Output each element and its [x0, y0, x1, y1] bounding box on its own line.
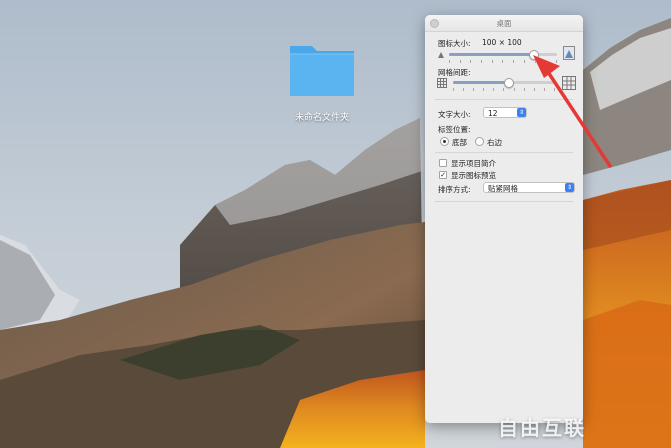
title-bar: 桌面: [425, 15, 583, 32]
divider: [435, 201, 573, 202]
show-item-info-label: 显示项目简介: [451, 159, 496, 168]
grid-spacing-ticks: [453, 88, 555, 91]
folder-label: 未命名文件夹: [294, 113, 349, 123]
view-options-panel: 桌面 图标大小: 100 × 100 网格间距: 文字大小: 12 ⇕ 标签位置…: [425, 15, 583, 423]
icon-size-label: 图标大小:: [438, 39, 471, 48]
large-icon: [563, 46, 575, 62]
sort-by-value: 贴紧网格: [488, 184, 518, 193]
icon-size-slider[interactable]: [449, 50, 557, 60]
chevron-updown-icon: ⇕: [517, 108, 526, 117]
grid-spacing-label: 网格间距:: [438, 68, 471, 77]
divider: [435, 99, 573, 100]
panel-title: 桌面: [496, 19, 512, 28]
sort-by-label: 排序方式:: [438, 185, 471, 194]
show-icon-preview-label: 显示图标预览: [451, 171, 496, 180]
folder-icon: [290, 46, 354, 96]
radio-bottom[interactable]: [440, 137, 449, 146]
show-icon-preview-checkbox[interactable]: ✓: [439, 171, 447, 179]
text-size-label: 文字大小:: [438, 110, 471, 119]
divider: [435, 152, 573, 153]
small-grid-icon: [437, 78, 447, 90]
grid-spacing-slider[interactable]: [453, 78, 555, 88]
text-size-value: 12: [488, 109, 498, 118]
chevron-updown-icon: ⇕: [565, 183, 574, 192]
radio-right[interactable]: [475, 137, 484, 146]
watermark-logo: 自由互联: [498, 412, 586, 442]
label-position-label: 标签位置:: [438, 125, 471, 134]
icon-size-value: 100 × 100: [482, 38, 522, 47]
radio-bottom-label: 底部: [452, 138, 467, 147]
show-item-info-checkbox[interactable]: [439, 159, 447, 167]
sort-by-select[interactable]: 贴紧网格 ⇕: [483, 182, 575, 193]
watermark-text: 自由互联: [498, 416, 586, 440]
radio-right-label: 右边: [487, 138, 502, 147]
icon-size-ticks: [449, 60, 557, 63]
text-size-select[interactable]: 12 ⇕: [483, 107, 527, 118]
small-icon: [437, 51, 445, 61]
large-grid-icon: [562, 76, 576, 92]
